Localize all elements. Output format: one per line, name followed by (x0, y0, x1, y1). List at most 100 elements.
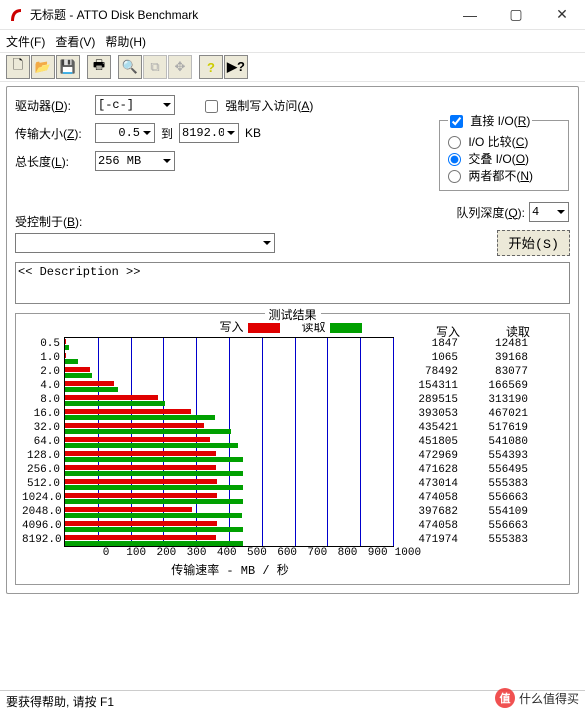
neither-radio[interactable]: 两者都不(N) (448, 169, 533, 183)
y-tick: 1.0 (22, 351, 60, 365)
queue-depth-label: 队列深度(Q): (456, 204, 525, 221)
total-length-label: 总长度(L): (15, 153, 95, 170)
bar-row (65, 352, 393, 366)
y-tick: 8.0 (22, 393, 60, 407)
x-tick: 100 (121, 547, 151, 559)
bar-row (65, 380, 393, 394)
start-button[interactable]: 开始(S) (497, 230, 570, 256)
overlapped-io-radio[interactable]: 交叠 I/O(O) (448, 152, 529, 166)
menu-view[interactable]: 查看(V) (55, 33, 95, 50)
find-icon[interactable]: 🔍 (118, 55, 142, 79)
title-bar: 无标题 - ATTO Disk Benchmark — ▢ ✕ (0, 0, 585, 30)
transfer-size-label: 传输大小(Z): (15, 125, 95, 142)
about-icon[interactable]: ? (199, 55, 223, 79)
value-row: 7849283077 (394, 365, 534, 379)
x-tick: 300 (181, 547, 211, 559)
y-tick: 4.0 (22, 379, 60, 393)
x-tick: 900 (363, 547, 393, 559)
bar-row (65, 464, 393, 478)
x-tick: 0 (91, 547, 121, 559)
col-header-read: 读取 (466, 323, 536, 354)
results-title: 测试结果 (264, 306, 320, 323)
y-tick: 2.0 (22, 365, 60, 379)
open-icon[interactable]: 📂 (31, 55, 55, 79)
size-to-label: 到 (155, 125, 179, 142)
direct-io-checkbox[interactable]: 直接 I/O(R) (448, 112, 532, 129)
value-row: 451805541080 (394, 435, 534, 449)
x-tick: 700 (302, 547, 332, 559)
bar-row (65, 436, 393, 450)
io-compare-radio[interactable]: I/O 比较(C) (448, 135, 528, 149)
bar-row (65, 422, 393, 436)
value-row: 435421517619 (394, 421, 534, 435)
drive-select[interactable] (95, 95, 175, 115)
value-row: 472969554393 (394, 449, 534, 463)
menu-file[interactable]: 文件(F) (6, 33, 45, 50)
x-tick: 400 (212, 547, 242, 559)
controlled-by-select[interactable] (15, 233, 275, 253)
x-tick: 800 (332, 547, 362, 559)
value-row: 474058556663 (394, 519, 534, 533)
y-tick: 128.0 (22, 449, 60, 463)
main-panel: 驱动器(D): 强制写入访问(A) 传输大小(Z): 到 KB 总长度(L): … (6, 86, 579, 594)
value-row: 471628556495 (394, 463, 534, 477)
bar-row (65, 534, 393, 548)
bar-row (65, 408, 393, 422)
window-title: 无标题 - ATTO Disk Benchmark (30, 6, 447, 23)
total-length-select[interactable] (95, 151, 175, 171)
chart-plot (64, 337, 394, 547)
value-row: 473014555383 (394, 477, 534, 491)
bar-row (65, 366, 393, 380)
x-axis-label: 传输速率 - MB / 秒 (64, 561, 396, 578)
whatsthis-icon[interactable]: ▶? (224, 55, 248, 79)
move-icon: ✥ (168, 55, 192, 79)
force-write-checkbox[interactable]: 强制写入访问(A) (205, 97, 313, 114)
bar-row (65, 450, 393, 464)
x-tick: 600 (272, 547, 302, 559)
watermark: 值 什么值得买 (495, 688, 579, 708)
x-tick: 200 (151, 547, 181, 559)
bar-row (65, 492, 393, 506)
y-tick: 512.0 (22, 477, 60, 491)
queue-depth-select[interactable] (529, 202, 569, 222)
bar-row (65, 338, 393, 352)
y-axis-labels: 0.51.02.04.08.016.032.064.0128.0256.0512… (22, 337, 64, 547)
size-unit: KB (239, 126, 261, 140)
y-tick: 64.0 (22, 435, 60, 449)
copy-icon: ⧉ (143, 55, 167, 79)
bar-row (65, 506, 393, 520)
watermark-icon: 值 (495, 688, 515, 708)
y-tick: 4096.0 (22, 519, 60, 533)
y-tick: 256.0 (22, 463, 60, 477)
y-tick: 8192.0 (22, 533, 60, 547)
close-button[interactable]: ✕ (539, 0, 585, 30)
io-options-group: 直接 I/O(R) I/O 比较(C) 交叠 I/O(O) 两者都不(N) (439, 112, 569, 191)
y-tick: 16.0 (22, 407, 60, 421)
maximize-button[interactable]: ▢ (493, 0, 539, 30)
print-icon[interactable]: 🖶 (87, 55, 111, 79)
menu-bar: 文件(F) 查看(V) 帮助(H) (0, 30, 585, 52)
status-text: 要获得帮助, 请按 F1 (6, 693, 114, 710)
watermark-text: 什么值得买 (519, 690, 579, 707)
results-group: 测试结果 写入读取 0.51.02.04.08.016.032.064.0128… (15, 313, 570, 585)
x-tick: 1000 (393, 547, 423, 559)
bar-row (65, 394, 393, 408)
col-header-write: 写入 (396, 323, 466, 354)
minimize-button[interactable]: — (447, 0, 493, 30)
value-row: 393053467021 (394, 407, 534, 421)
save-icon[interactable]: 💾 (56, 55, 80, 79)
y-tick: 0.5 (22, 337, 60, 351)
value-row: 397682554109 (394, 505, 534, 519)
size-from-select[interactable] (95, 123, 155, 143)
x-tick: 500 (242, 547, 272, 559)
value-row: 154311166569 (394, 379, 534, 393)
y-tick: 1024.0 (22, 491, 60, 505)
menu-help[interactable]: 帮助(H) (105, 33, 146, 50)
size-to-select[interactable] (179, 123, 239, 143)
bar-row (65, 520, 393, 534)
description-textarea[interactable]: << Description >> (15, 262, 570, 304)
value-columns: 1847124811065391687849283077154311166569… (394, 337, 534, 547)
value-row: 471974555383 (394, 533, 534, 547)
new-icon[interactable]: 🗋 (6, 55, 30, 79)
bar-row (65, 478, 393, 492)
